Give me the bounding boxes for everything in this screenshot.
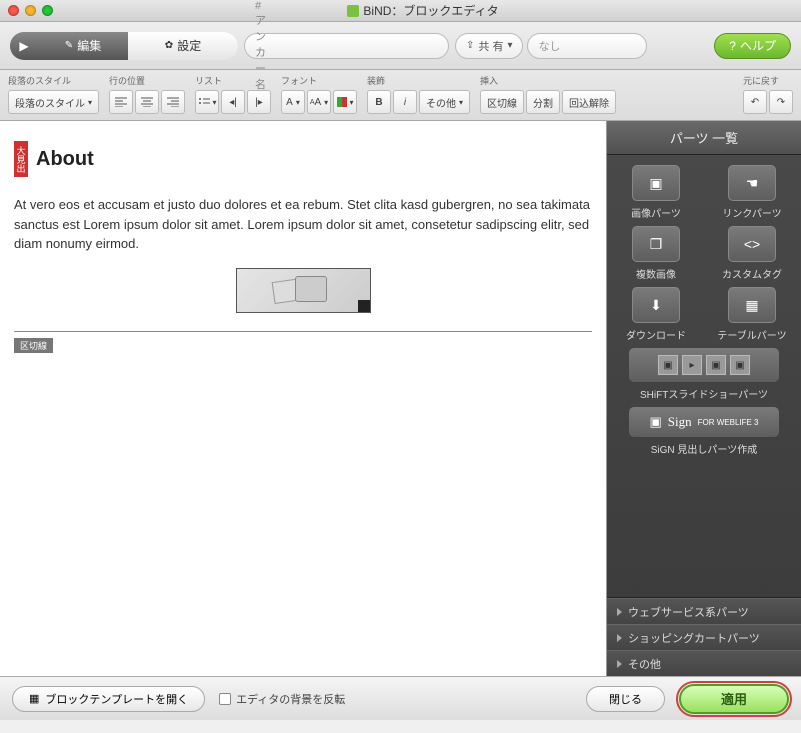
mode-segment: ▶ ✎ 編集 ✿ 設定 — [10, 32, 238, 60]
undo-button[interactable]: ↶ — [743, 90, 767, 114]
revert-group-label: 元に戻す — [743, 74, 793, 87]
checkbox-icon — [219, 693, 231, 705]
split-button[interactable]: 分割 — [526, 90, 560, 114]
bottom-bar: ▦ブロックテンプレートを開く エディタの背景を反転 閉じる 適用 — [0, 676, 801, 720]
part-slideshow[interactable]: ▣▸▣▣ SHiFTスライドショーパーツ — [613, 348, 795, 401]
grid-icon: ▦ — [29, 692, 39, 705]
share-label: 共 有 — [478, 38, 503, 54]
window-title-text: BiND：ブロックエディタ — [363, 2, 498, 19]
redo-button[interactable]: ↷ — [769, 90, 793, 114]
unwrap-button[interactable]: 回込解除 — [562, 90, 616, 114]
editor-canvas[interactable]: 大見出 About At vero eos et accusam et just… — [0, 121, 607, 676]
part-image[interactable]: ▣画像パーツ — [613, 165, 699, 220]
download-icon: ⬇ — [650, 297, 662, 314]
window-title: BiND：ブロックエディタ — [53, 2, 793, 19]
accordion-cart[interactable]: ショッピングカートパーツ — [607, 624, 801, 650]
settings-mode-label: 設定 — [177, 37, 201, 54]
play-button[interactable]: ▶ — [10, 32, 38, 60]
help-button[interactable]: ? ヘルプ — [714, 33, 791, 59]
primary-toolbar: ▶ ✎編集 ✿設定 #アンカー名 ⇪共 有▾ なし ?ヘルプ — [0, 22, 801, 70]
part-download[interactable]: ⬇ダウンロード — [613, 287, 699, 342]
anchor-input[interactable] — [272, 34, 449, 58]
accordion-webservice[interactable]: ウェブサービス系パーツ — [607, 598, 801, 624]
horizontal-rule[interactable] — [14, 331, 592, 332]
close-button[interactable]: 閉じる — [586, 686, 665, 712]
image-icon: ▣ — [649, 175, 662, 192]
line-pos-group-label: 行の位置 — [109, 74, 185, 87]
insert-hr-button[interactable]: 区切線 — [480, 90, 524, 114]
share-icon: ⇪ — [466, 40, 474, 51]
grid-icon: ▦ — [745, 297, 758, 314]
traffic-minimize-button[interactable] — [25, 5, 36, 16]
body-paragraph[interactable]: At vero eos et accusam et justo duo dolo… — [14, 195, 592, 254]
align-left-button[interactable] — [109, 90, 133, 114]
decoration-group-label: 装飾 — [367, 74, 470, 87]
part-custom-tag[interactable]: <>カスタムタグ — [709, 226, 795, 281]
font-color-dropdown[interactable] — [333, 90, 357, 114]
app-icon — [347, 5, 359, 17]
insert-group-label: 挿入 — [480, 74, 616, 87]
part-link[interactable]: ☚リンクパーツ — [709, 165, 795, 220]
font-family-dropdown[interactable]: A — [281, 90, 305, 114]
heading-level-badge: 大見出 — [14, 141, 28, 177]
help-icon: ? — [729, 39, 736, 53]
settings-mode-button[interactable]: ✿ 設定 — [128, 32, 238, 60]
parts-panel-title: パーツ 一覧 — [607, 121, 801, 155]
italic-button[interactable]: i — [393, 90, 417, 114]
list-dropdown[interactable] — [195, 90, 219, 114]
hr-badge: 区切線 — [14, 338, 53, 353]
edit-mode-label: 編集 — [77, 37, 101, 54]
share-value: なし — [538, 38, 560, 54]
indent-button[interactable]: |▸ — [247, 90, 271, 114]
share-select[interactable]: なし — [527, 33, 647, 59]
chevron-right-icon — [617, 608, 622, 616]
share-button[interactable]: ⇪共 有▾ — [455, 33, 523, 59]
pointer-icon: ☚ — [746, 175, 759, 192]
align-center-button[interactable] — [135, 90, 159, 114]
part-sign[interactable]: ▣SignFOR WEBLIFE 3 SiGN 見出しパーツ作成 — [613, 407, 795, 456]
sign-logo-icon: ▣ — [649, 414, 661, 430]
page-heading[interactable]: About — [36, 148, 94, 171]
font-group-label: フォント — [281, 74, 357, 87]
apply-button[interactable]: 適用 — [679, 684, 789, 714]
chevron-right-icon — [617, 634, 622, 642]
list-group-label: リスト — [195, 74, 271, 87]
bold-button[interactable]: B — [367, 90, 391, 114]
format-toolbar: 段落のスタイル 段落のスタイル 行の位置 リスト ◂| |▸ フォント A AA… — [0, 70, 801, 121]
anchor-field[interactable]: #アンカー名 — [244, 33, 449, 59]
stack-icon: ❐ — [650, 236, 663, 253]
align-right-button[interactable] — [161, 90, 185, 114]
pencil-icon: ✎ — [65, 40, 73, 51]
traffic-close-button[interactable] — [8, 5, 19, 16]
image-placeholder[interactable] — [236, 268, 371, 313]
accordion-other[interactable]: その他 — [607, 650, 801, 676]
invert-bg-checkbox[interactable]: エディタの背景を反転 — [219, 691, 345, 707]
para-style-dropdown[interactable]: 段落のスタイル — [8, 90, 99, 114]
parts-panel: パーツ 一覧 ▣画像パーツ ☚リンクパーツ ❐複数画像 <>カスタムタグ ⬇ダウ… — [607, 121, 801, 676]
window-titlebar: BiND：ブロックエディタ — [0, 0, 801, 22]
code-icon: <> — [744, 236, 760, 252]
open-template-button[interactable]: ▦ブロックテンプレートを開く — [12, 686, 205, 712]
other-decoration-dropdown[interactable]: その他 — [419, 90, 470, 114]
gear-icon: ✿ — [165, 40, 173, 51]
outdent-button[interactable]: ◂| — [221, 90, 245, 114]
part-table[interactable]: ▦テーブルパーツ — [709, 287, 795, 342]
traffic-zoom-button[interactable] — [42, 5, 53, 16]
font-size-dropdown[interactable]: AA — [307, 90, 331, 114]
camera-icon — [273, 272, 333, 308]
edit-mode-button[interactable]: ✎ 編集 — [38, 32, 128, 60]
part-multi-image[interactable]: ❐複数画像 — [613, 226, 699, 281]
help-label: ヘルプ — [740, 37, 776, 54]
chevron-right-icon — [617, 660, 622, 668]
para-style-group-label: 段落のスタイル — [8, 74, 99, 87]
